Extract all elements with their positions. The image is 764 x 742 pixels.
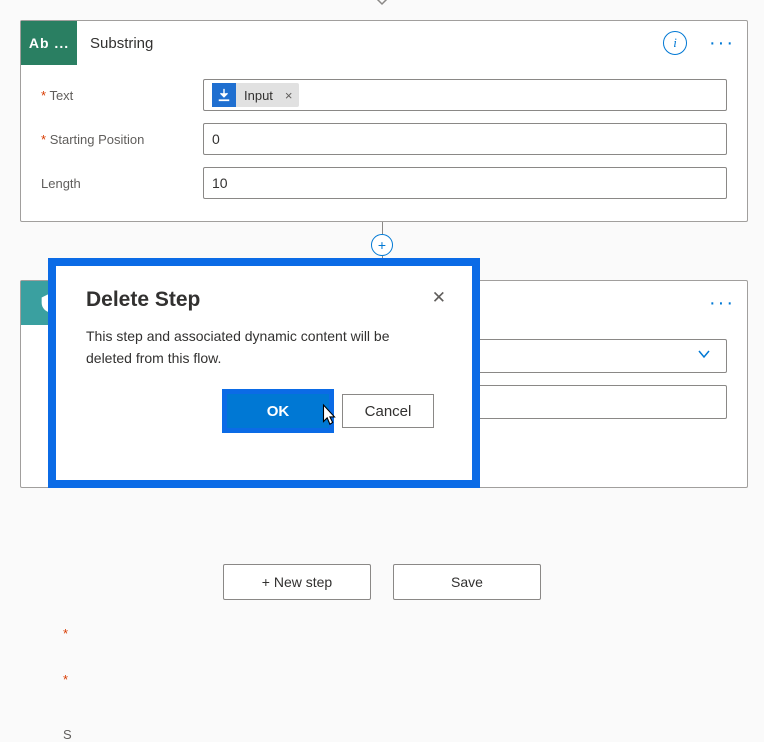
dialog-message: This step and associated dynamic content… bbox=[86, 326, 436, 369]
field-label-length: Length bbox=[41, 176, 203, 191]
starting-position-input[interactable]: 0 bbox=[203, 123, 727, 155]
card-title[interactable]: Substring bbox=[77, 35, 663, 52]
length-input[interactable]: 10 bbox=[203, 167, 727, 199]
required-mark bbox=[63, 671, 73, 685]
token-icon bbox=[212, 83, 236, 107]
chevron-down-icon bbox=[696, 346, 712, 367]
cancel-button[interactable]: Cancel bbox=[342, 394, 434, 428]
dynamic-content-token-input[interactable]: Input × bbox=[212, 83, 299, 107]
field-label-text: * Text bbox=[41, 88, 203, 103]
save-button[interactable]: Save bbox=[393, 564, 541, 600]
card-menu-ellipsis[interactable]: ··· bbox=[697, 32, 747, 55]
action-type-icon: Ab ... bbox=[21, 21, 77, 65]
delete-step-dialog-highlight: Delete Step ✕ This step and associated d… bbox=[48, 258, 480, 488]
action-card-substring: Ab ... Substring i ··· * Text Input × * … bbox=[20, 20, 748, 222]
delete-step-dialog: Delete Step ✕ This step and associated d… bbox=[56, 266, 472, 480]
field-label-stub: S bbox=[63, 727, 72, 742]
flow-arrow-top bbox=[372, 0, 392, 10]
footer-actions: + New step Save bbox=[223, 564, 541, 600]
ok-button[interactable]: OK bbox=[227, 394, 329, 428]
ok-button-highlight: OK bbox=[222, 389, 334, 433]
token-label: Input bbox=[244, 88, 273, 103]
text-input-field[interactable]: Input × bbox=[203, 79, 727, 111]
field-label-starting-position: * Starting Position bbox=[41, 132, 203, 147]
card-header: Ab ... Substring i ··· bbox=[21, 21, 747, 65]
add-step-button[interactable]: + bbox=[371, 234, 393, 256]
required-mark bbox=[63, 625, 73, 639]
dialog-title: Delete Step bbox=[86, 288, 442, 312]
dialog-close-icon[interactable]: ✕ bbox=[432, 288, 446, 308]
card-menu-ellipsis[interactable]: ··· bbox=[697, 292, 747, 315]
token-remove-icon[interactable]: × bbox=[285, 88, 293, 103]
new-step-button[interactable]: + New step bbox=[223, 564, 371, 600]
info-icon[interactable]: i bbox=[663, 31, 687, 55]
